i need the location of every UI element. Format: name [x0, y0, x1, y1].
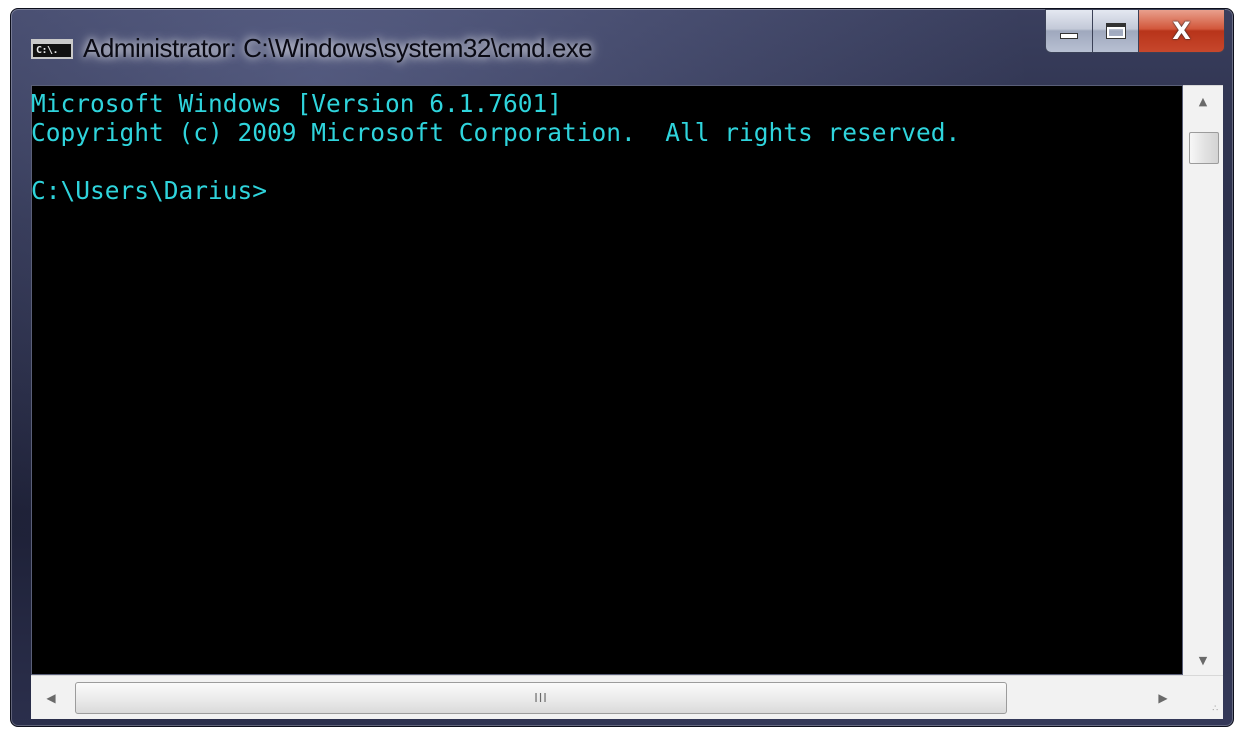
- cmd-app-icon-label: C:\.: [36, 45, 59, 56]
- console-output[interactable]: Microsoft Windows [Version 6.1.7601] Cop…: [31, 85, 1183, 675]
- close-icon: X: [1172, 17, 1191, 45]
- cmd-window: C:\. Administrator: C:\Windows\system32\…: [10, 8, 1234, 727]
- console-line-version: Microsoft Windows [Version 6.1.7601]: [31, 89, 563, 118]
- scroll-down-arrow-icon[interactable]: ▼: [1183, 645, 1223, 675]
- scroll-left-arrow-icon[interactable]: ◀: [31, 676, 71, 719]
- minimize-icon: [1060, 33, 1078, 39]
- maximize-button[interactable]: [1093, 9, 1139, 53]
- cmd-app-icon[interactable]: C:\.: [31, 39, 73, 59]
- scroll-right-arrow-icon[interactable]: ▶: [1143, 676, 1183, 719]
- minimize-button[interactable]: [1045, 9, 1093, 53]
- horizontal-scrollbar[interactable]: ◀ III ▶: [31, 675, 1183, 719]
- console-prompt: C:\Users\Darius>: [31, 176, 268, 205]
- console-line-copyright: Copyright (c) 2009 Microsoft Corporation…: [31, 118, 961, 147]
- vertical-scroll-thumb[interactable]: [1189, 132, 1219, 164]
- caption-buttons: X: [1045, 9, 1225, 53]
- vertical-scrollbar[interactable]: ▲ ▼: [1183, 85, 1223, 675]
- grip-icon: III: [534, 691, 548, 705]
- horizontal-scroll-thumb[interactable]: III: [75, 682, 1007, 714]
- resize-grip-icon[interactable]: ∴: [1183, 675, 1223, 719]
- window-title: Administrator: C:\Windows\system32\cmd.e…: [83, 33, 593, 63]
- maximize-icon: [1105, 23, 1126, 39]
- close-button[interactable]: X: [1139, 9, 1225, 53]
- scroll-up-arrow-icon[interactable]: ▲: [1183, 86, 1223, 116]
